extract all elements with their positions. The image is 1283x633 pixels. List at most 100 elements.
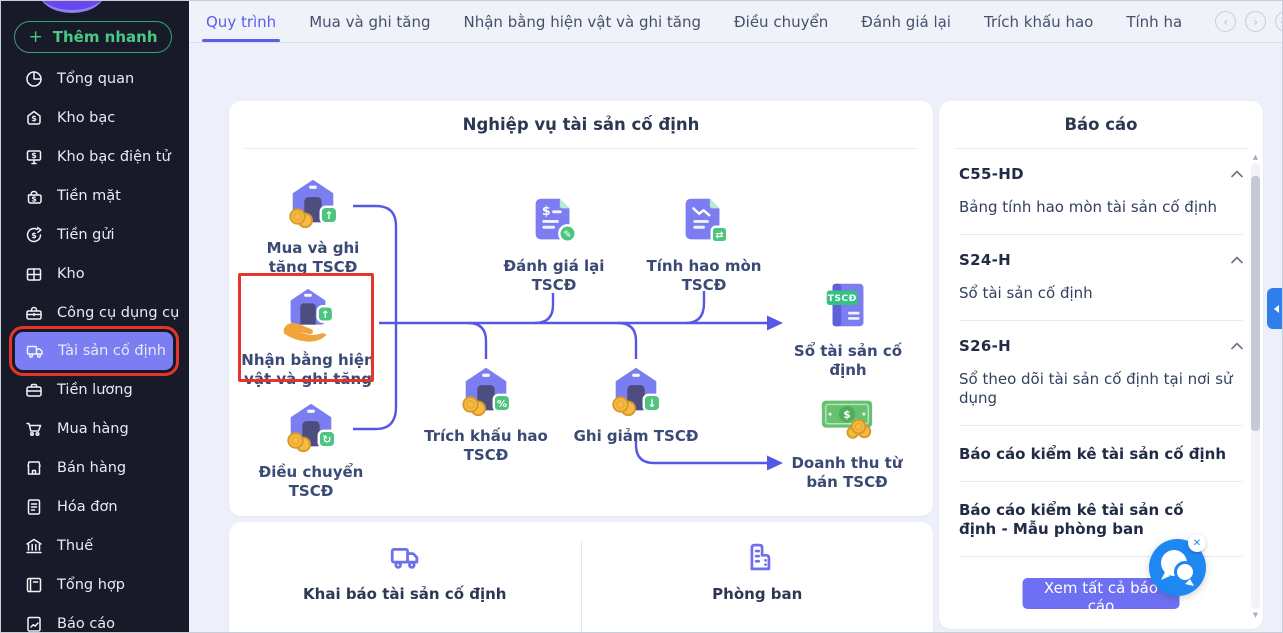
quick-add-label: Thêm nhanh [52, 28, 158, 46]
chat-close-button[interactable]: ✕ [1188, 534, 1206, 552]
plus-icon: + [28, 27, 43, 47]
sidebar-item-tong-quan[interactable]: Tổng quan [1, 59, 189, 98]
sidebar-item-label: Bán hàng [57, 459, 127, 476]
tab-danh-gia-lai[interactable]: Đánh giá lại [861, 1, 951, 42]
quick-add-button[interactable]: + Thêm nhanh [14, 21, 172, 53]
flow-card: Nghiệp vụ tài sản cố định ↑ Mua và ghi t… [229, 101, 933, 516]
chevron-right-icon[interactable]: › [1245, 11, 1267, 32]
flow-node-trich-khau-hao[interactable]: % Trích khấu hao TSCĐ [421, 361, 551, 465]
chevron-up-icon[interactable] [1231, 342, 1243, 350]
sidebar-item-cong-cu-dung-cu[interactable]: Công cụ dụng cụ [1, 293, 189, 332]
pie-chart-icon [26, 70, 42, 87]
sidebar-item-hoa-don[interactable]: Hóa đơn [1, 487, 189, 526]
arrow-down-badge: ↓ [647, 397, 656, 410]
sidebar-item-label: Tài sản cố định [58, 343, 166, 359]
app-logo[interactable] [39, 1, 105, 13]
report-name[interactable]: Sổ theo dõi tài sản cố định tại nơi sử d… [959, 370, 1243, 408]
flow-node-tinh-hao-mon[interactable]: ⇄ Tính hao mòn TSCĐ [644, 191, 764, 295]
sidebar-item-kho-bac-dien-tu[interactable]: $ Kho bạc điện tử [1, 137, 189, 176]
asset-ledger-book-icon: TSCĐ [826, 283, 864, 327]
sidebar-item-label: Báo cáo [57, 615, 116, 632]
close-icon: ✕ [1192, 537, 1202, 549]
briefcase-icon [26, 383, 42, 397]
sidebar-item-label: Kho [57, 265, 85, 282]
report-name[interactable]: Báo cáo kiểm kê tài sản cố định - Mẫu ph… [959, 501, 1214, 539]
department-building-icon [750, 543, 771, 571]
shortcut-phong-ban[interactable]: Phòng ban [582, 522, 934, 632]
panel-collapse-handle[interactable] [1267, 288, 1282, 329]
house-coins-arrow-up-icon: ↑ [289, 179, 339, 229]
sidebar-item-mua-hang[interactable]: Mua hàng [1, 409, 189, 448]
report-name[interactable]: Bảng tính hao mòn tài sản cố định [959, 198, 1243, 217]
flow-node-dieu-chuyen[interactable]: ↻ Điều chuyển TSCĐ [256, 397, 366, 501]
report-code[interactable]: C55-HD [959, 165, 1024, 183]
report-list: C55-HD Bảng tính hao mòn tài sản cố định… [939, 149, 1263, 562]
svg-text:$: $ [31, 231, 37, 240]
scroll-down-arrow[interactable]: ▼ [1251, 611, 1260, 619]
sidebar-item-label: Kho bạc điện tử [57, 148, 171, 165]
module-tab-bar: Quy trình Mua và ghi tăng Nhận bằng hiện… [189, 1, 1282, 43]
flow-node-nhan-bang-hien-vat[interactable]: ↑ Nhận bằng hiện vật và ghi tăng [241, 285, 375, 389]
tab-dieu-chuyen[interactable]: Điều chuyển [734, 1, 828, 42]
swap-badge: ⇄ [715, 230, 723, 241]
sidebar-item-tien-gui[interactable]: $ Tiền gửi [1, 215, 189, 254]
shortcut-khai-bao-tai-san[interactable]: Khai báo tài sản cố định [229, 522, 581, 632]
scroll-up-arrow[interactable]: ▲ [1251, 153, 1260, 161]
chevron-up-icon[interactable] [1231, 256, 1243, 264]
sidebar: + Thêm nhanh Tổng quan $ Kho bạc $ Kho b… [1, 1, 189, 632]
sidebar-item-kho[interactable]: Kho [1, 254, 189, 293]
sidebar-item-label: Hóa đơn [57, 498, 118, 515]
chevron-up-icon[interactable] [1231, 170, 1243, 178]
sidebar-nav: Tổng quan $ Kho bạc $ Kho bạc điện tử $ … [1, 59, 189, 632]
report-name[interactable]: Báo cáo kiểm kê tài sản cố định [959, 445, 1243, 464]
tscd-tag: TSCĐ [828, 293, 857, 304]
invoice-doc-icon [27, 498, 41, 515]
sidebar-item-kho-bac[interactable]: $ Kho bạc [1, 98, 189, 137]
chevron-left-icon[interactable]: ‹ [1215, 11, 1237, 32]
banknote-coins-icon: $ [821, 400, 873, 439]
reports-title: Báo cáo [955, 101, 1247, 149]
report-name[interactable]: Sổ tài sản cố định [959, 284, 1243, 303]
sidebar-item-tong-hop[interactable]: Tổng hợp [1, 565, 189, 604]
flow-node-danh-gia-lai[interactable]: $ ✎ Đánh giá lại TSCĐ [499, 191, 609, 295]
report-code[interactable]: S26-H [959, 337, 1011, 355]
flow-node-doanh-thu[interactable]: $ Doanh thu từ bán TSCĐ [787, 388, 907, 492]
asset-truck-icon [26, 345, 43, 358]
house-coins-arrow-down-icon: ↓ [612, 367, 662, 417]
shortcuts-card: Khai báo tài sản cố định Phòng ban [229, 522, 934, 632]
scrollbar-thumb[interactable] [1251, 176, 1260, 431]
bank-building-icon [26, 538, 42, 553]
tab-tinh-hao-mon-clipped[interactable]: Tính ha [1126, 1, 1182, 42]
flow-card-title: Nghiệp vụ tài sản cố định [245, 101, 917, 149]
report-row-c55-hd: C55-HD Bảng tính hao mòn tài sản cố định [959, 149, 1243, 235]
ellipsis-icon[interactable]: ⋯ [1275, 11, 1282, 32]
tab-mua-va-ghi-tang[interactable]: Mua và ghi tăng [309, 1, 430, 42]
ledger-book-icon [26, 577, 42, 592]
sidebar-item-tien-mat[interactable]: $ Tiền mặt [1, 176, 189, 215]
sidebar-item-ban-hang[interactable]: Bán hàng [1, 448, 189, 487]
sidebar-item-label: Công cụ dụng cụ [57, 304, 180, 321]
tab-pager: ‹ › ⋯ [1215, 11, 1282, 32]
report-code[interactable]: S24-H [959, 251, 1011, 269]
sidebar-item-bao-cao[interactable]: Báo cáo [1, 604, 189, 632]
sidebar-item-tai-san-co-dinh[interactable]: Tài sản cố định [9, 326, 179, 376]
reports-scrollbar: ▲ ▼ [1251, 153, 1260, 619]
sidebar-item-label: Mua hàng [57, 420, 129, 437]
flow-node-mua-va-ghi-tang[interactable]: ↑ Mua và ghi tăng TSCĐ [248, 173, 378, 277]
flow-node-so-tai-san-co-dinh[interactable]: TSCĐ Sổ tài sản cố định [793, 276, 903, 380]
svg-text:$: $ [31, 151, 37, 160]
tab-trich-khau-hao[interactable]: Trích khấu hao [984, 1, 1093, 42]
tab-nhan-bang-hien-vat[interactable]: Nhận bằng hiện vật và ghi tăng [464, 1, 702, 42]
document-dollar-pencil-icon: $ ✎ [535, 198, 577, 243]
house-coins-transfer-icon: ↻ [287, 403, 337, 453]
toolbox-icon [26, 306, 42, 320]
sidebar-item-thue[interactable]: Thuế [1, 526, 189, 565]
tab-quy-trinh[interactable]: Quy trình [201, 1, 281, 42]
flow-node-ghi-giam[interactable]: ↓ Ghi giảm TSCĐ [566, 361, 706, 446]
percent-badge: % [497, 399, 507, 410]
storefront-icon [27, 460, 41, 475]
arrow-up-badge: ↑ [324, 209, 333, 222]
sidebar-item-tien-luong[interactable]: Tiền lương [1, 370, 189, 409]
dollar-glyph: $ [542, 203, 551, 218]
cash-purse-icon: $ [27, 190, 42, 204]
